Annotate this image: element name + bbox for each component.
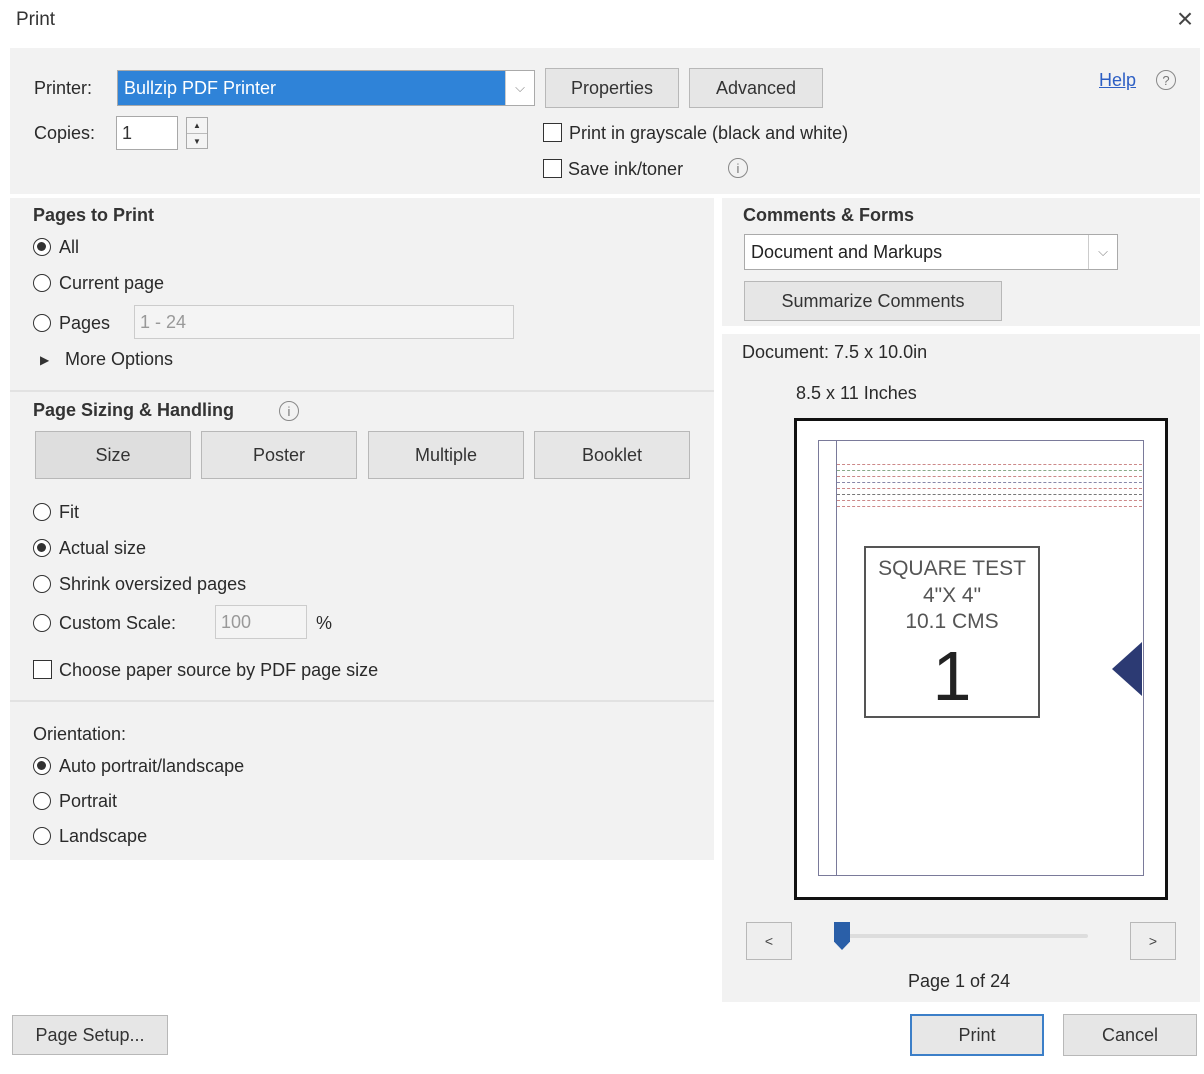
tab-multiple[interactable]: Multiple <box>368 431 524 479</box>
preview-page-number: 1 <box>932 637 972 715</box>
portrait-label: Portrait <box>59 791 118 811</box>
preview-marker-icon <box>1112 642 1142 696</box>
pages-label: Pages <box>59 313 111 333</box>
preview-stripe <box>837 500 1142 501</box>
copies-label: Copies: <box>34 123 96 143</box>
preview-text-line: 4"X 4" <box>922 584 982 607</box>
print-button[interactable]: Print <box>910 1014 1044 1056</box>
page-slider-track[interactable] <box>842 934 1088 938</box>
preview-stripe <box>837 488 1142 489</box>
custom-scale-radio[interactable] <box>33 614 51 632</box>
paper-source-checkbox[interactable] <box>33 660 52 679</box>
save-ink-label: Save ink/toner <box>568 159 684 179</box>
preview-text-line: SQUARE TEST <box>878 557 1026 580</box>
help-icon[interactable]: ? <box>1156 70 1176 90</box>
copies-stepper[interactable]: ▲ ▼ <box>186 117 208 149</box>
actual-size-radio[interactable] <box>33 539 51 557</box>
all-label: All <box>59 237 80 257</box>
cancel-button[interactable]: Cancel <box>1063 1014 1197 1056</box>
page-indicator: Page 1 of 24 <box>908 971 1011 991</box>
current-page-radio[interactable] <box>33 274 51 292</box>
orientation-title: Orientation: <box>33 724 127 744</box>
preview-stripe <box>837 506 1142 507</box>
grayscale-checkbox[interactable] <box>543 123 562 142</box>
auto-orientation-radio[interactable] <box>33 757 51 775</box>
document-size-label: Document: 7.5 x 10.0in <box>742 342 928 362</box>
printer-label: Printer: <box>34 78 93 98</box>
next-page-button[interactable]: > <box>1130 922 1176 960</box>
all-radio[interactable] <box>33 238 51 256</box>
current-page-label: Current page <box>59 273 165 293</box>
printer-select[interactable]: Bullzip PDF Printer ⌵ <box>117 70 535 106</box>
tab-booklet[interactable]: Booklet <box>534 431 690 479</box>
comments-select-value: Document and Markups <box>751 241 943 262</box>
fit-label: Fit <box>59 502 79 522</box>
copies-field[interactable]: 1 <box>116 116 178 150</box>
summarize-comments-button[interactable]: Summarize Comments <box>744 281 1002 321</box>
pages-radio[interactable] <box>33 314 51 332</box>
grayscale-label: Print in grayscale (black and white) <box>569 123 849 143</box>
chevron-down-icon: ⌵ <box>505 71 534 105</box>
custom-scale-label: Custom Scale: <box>59 613 177 633</box>
preview-stripe <box>837 470 1142 471</box>
custom-scale-field[interactable]: 100 <box>215 605 307 639</box>
divider <box>10 390 714 392</box>
fit-radio[interactable] <box>33 503 51 521</box>
comments-select[interactable]: Document and Markups ⌵ <box>744 234 1118 270</box>
preview-stripe <box>837 494 1142 495</box>
dialog-title: Print <box>16 9 56 30</box>
divider <box>10 700 714 702</box>
tab-poster[interactable]: Poster <box>201 431 357 479</box>
more-options-label[interactable]: More Options <box>65 349 173 370</box>
preview-stripe <box>837 482 1142 483</box>
pages-to-print-title: Pages to Print <box>33 205 155 225</box>
expand-triangle-icon[interactable]: ▶ <box>40 353 49 367</box>
page-sizing-title: Page Sizing & Handling <box>33 400 235 420</box>
stepper-up-icon[interactable]: ▲ <box>187 118 207 134</box>
comments-forms-title: Comments & Forms <box>743 205 915 225</box>
pages-range-field[interactable]: 1 - 24 <box>134 305 514 339</box>
landscape-radio[interactable] <box>33 827 51 845</box>
preview-stripe <box>837 464 1142 465</box>
preview-text-line: 10.1 CMS <box>905 610 999 633</box>
printer-select-value: Bullzip PDF Printer <box>118 71 505 105</box>
prev-page-button[interactable]: < <box>746 922 792 960</box>
paper-size-label: 8.5 x 11 Inches <box>796 383 917 403</box>
actual-size-label: Actual size <box>59 538 147 558</box>
preview-stripe <box>837 476 1142 477</box>
shrink-label: Shrink oversized pages <box>59 574 247 594</box>
info-icon[interactable]: i <box>728 158 748 178</box>
paper-source-label: Choose paper source by PDF page size <box>59 660 379 680</box>
shrink-radio[interactable] <box>33 575 51 593</box>
page-setup-button[interactable]: Page Setup... <box>12 1015 168 1055</box>
close-icon[interactable]: × <box>1172 4 1198 34</box>
properties-button[interactable]: Properties <box>545 68 679 108</box>
save-ink-checkbox[interactable] <box>543 159 562 178</box>
percent-label: % <box>316 613 333 633</box>
info-icon[interactable]: i <box>279 401 299 421</box>
auto-orientation-label: Auto portrait/landscape <box>59 756 245 776</box>
advanced-button[interactable]: Advanced <box>689 68 823 108</box>
portrait-radio[interactable] <box>33 792 51 810</box>
stepper-down-icon[interactable]: ▼ <box>187 134 207 149</box>
help-link[interactable]: Help <box>1099 70 1136 91</box>
tab-size[interactable]: Size <box>35 431 191 479</box>
chevron-down-icon: ⌵ <box>1088 235 1117 269</box>
landscape-label: Landscape <box>59 826 148 846</box>
